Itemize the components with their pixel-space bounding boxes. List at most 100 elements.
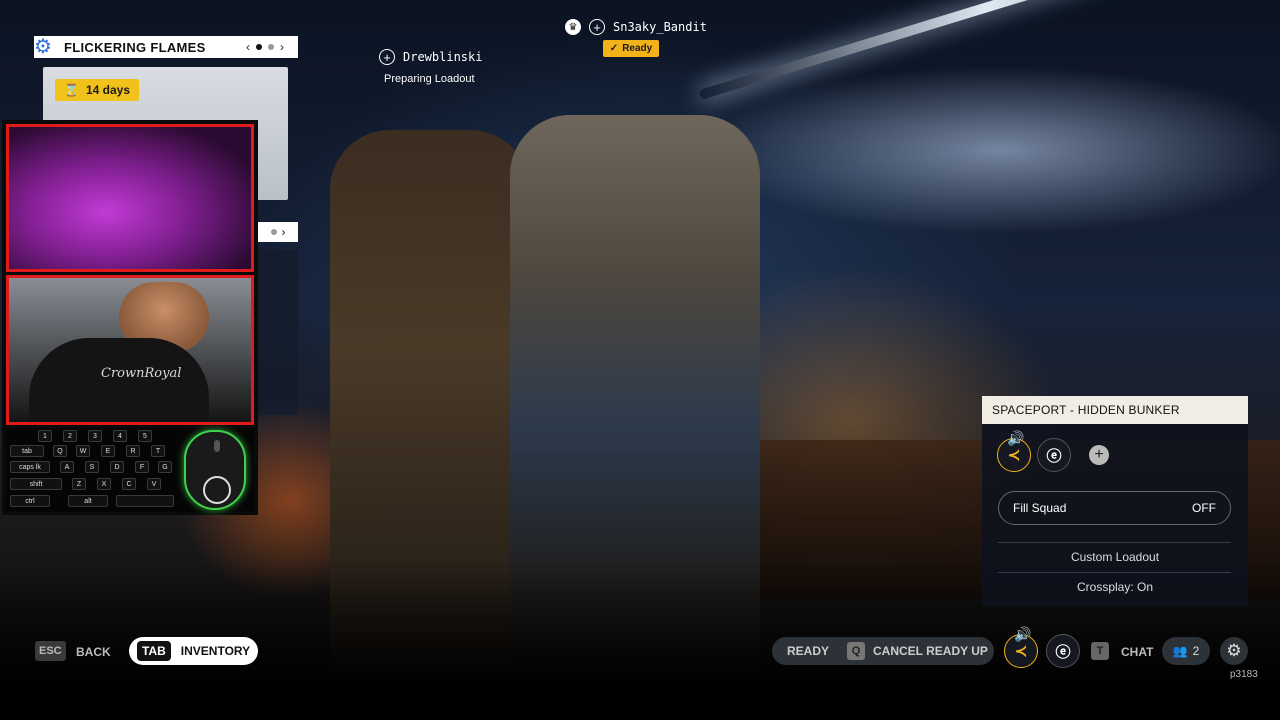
space-key: [116, 495, 174, 507]
fill-squad-label: Fill Squad: [1013, 501, 1067, 515]
checkmark-icon: ✓: [609, 43, 619, 54]
chevron-right-icon[interactable]: ›: [280, 40, 284, 54]
key: X: [97, 478, 111, 490]
carousel-dot-active[interactable]: [256, 44, 262, 50]
player-avatar-self[interactable]: 🔊 ≺: [1004, 626, 1038, 668]
bottom-squad-avatars: 🔊 ≺ ⓔ: [1004, 626, 1080, 668]
map-title: SPACEPORT - HIDDEN BUNKER: [982, 396, 1248, 424]
operator-emblem-icon: ⓔ: [1055, 643, 1071, 661]
build-id: p3183: [1230, 669, 1258, 680]
operator-emblem-icon: ≺: [1014, 643, 1028, 660]
ceiling-light-beam: [698, 0, 1276, 100]
party-count-button[interactable]: 👥 2: [1162, 637, 1210, 665]
ready-bar[interactable]: READY Q CANCEL READY UP: [772, 637, 994, 665]
key: 1: [38, 430, 52, 442]
shirt-logo-text: CrownRoyal: [101, 366, 182, 381]
member-name: Drewblinski: [403, 50, 483, 64]
player-avatar-teammate[interactable]: ⓔ: [1037, 438, 1071, 472]
days-remaining-label: 14 days: [85, 83, 130, 97]
ready-label: READY: [787, 644, 830, 658]
key: alt: [68, 495, 108, 507]
key: shift: [10, 478, 62, 490]
chat-button[interactable]: CHAT: [1121, 645, 1153, 659]
fill-squad-value: OFF: [1192, 501, 1216, 515]
party-member-sn3aky-bandit[interactable]: ♛ + Sn3aky_Bandit ✓ Ready: [565, 19, 707, 57]
gear-icon: ⚙: [1226, 641, 1242, 660]
key: Z: [72, 478, 86, 490]
ready-status-badge: ✓ Ready: [603, 40, 659, 57]
player-avatar-self[interactable]: 🔊 ≺: [997, 430, 1031, 472]
operator-emblem-icon: ⓔ: [1046, 447, 1062, 465]
carousel-dot[interactable]: [268, 44, 274, 50]
mouse-wheel: [214, 440, 220, 452]
hourglass-icon: ⌛: [64, 83, 79, 97]
key: S: [85, 461, 99, 473]
carousel-dot[interactable]: [270, 229, 277, 235]
key: E: [101, 445, 115, 457]
secondary-playlist-strip[interactable]: ›: [258, 222, 298, 242]
playlist-title: FLICKERING FLAMES: [64, 39, 206, 55]
back-button[interactable]: BACK: [76, 645, 111, 659]
key: 5: [138, 430, 152, 442]
webcam-top-feed: [6, 124, 254, 272]
key: A: [60, 461, 74, 473]
settings-gear-icon: ⚙: [34, 36, 52, 58]
lobby-panel: SPACEPORT - HIDDEN BUNKER 🔊 ≺ ⓔ + Fill S…: [982, 396, 1248, 606]
mouse-icon: [184, 430, 246, 510]
keyboard-overlay: 1 2 3 4 5 tab Q W E R T caps lk A S D F …: [6, 428, 178, 512]
crossplay-button[interactable]: Crossplay: On: [982, 580, 1248, 594]
speaker-icon: 🔊: [1007, 430, 1025, 446]
q-key-hint: Q: [847, 642, 866, 660]
key: tab: [10, 445, 44, 457]
chevron-left-icon[interactable]: ‹: [246, 40, 250, 54]
custom-loadout-button[interactable]: Custom Loadout: [982, 550, 1248, 564]
settings-button[interactable]: ⚙: [1220, 637, 1248, 665]
playlist-header[interactable]: ⚙ FLICKERING FLAMES ‹ ›: [34, 36, 298, 58]
key: G: [158, 461, 172, 473]
member-name: Sn3aky_Bandit: [613, 20, 707, 34]
t-key-hint: T: [1091, 642, 1109, 660]
plus-icon: +: [589, 19, 605, 35]
speaker-icon: 🔊: [1014, 626, 1032, 642]
playlist-carousel: ‹ ›: [246, 40, 284, 54]
key: 4: [113, 430, 127, 442]
cancel-ready-up-button[interactable]: CANCEL READY UP: [873, 644, 988, 658]
days-remaining-badge: ⌛ 14 days: [55, 79, 139, 101]
operator-emblem-icon: ≺: [1007, 447, 1021, 464]
people-icon: 👥: [1172, 644, 1188, 658]
key: D: [110, 461, 124, 473]
key: Q: [53, 445, 67, 457]
esc-key-hint: ESC: [35, 641, 66, 661]
fill-squad-toggle[interactable]: Fill Squad OFF: [998, 491, 1231, 525]
tab-key-hint: TAB: [137, 641, 171, 661]
chevron-right-icon[interactable]: ›: [282, 225, 286, 239]
player-avatar-teammate[interactable]: ⓔ: [1046, 634, 1080, 668]
plus-icon: +: [379, 49, 395, 65]
streamer-overlay: CrownRoyal 1 2 3 4 5 tab Q W E R T caps …: [2, 120, 258, 515]
party-member-drewblinski[interactable]: + Drewblinski Preparing Loadout: [379, 49, 482, 85]
webcam-face-feed: CrownRoyal: [6, 275, 254, 425]
party-leader-crown-icon: ♛: [565, 19, 581, 35]
key: V: [147, 478, 161, 490]
squad-avatars: 🔊 ≺ ⓔ +: [997, 430, 1109, 472]
inventory-label: INVENTORY: [180, 644, 251, 658]
add-player-icon[interactable]: +: [1089, 445, 1109, 465]
divider: [998, 542, 1231, 543]
key: 3: [88, 430, 102, 442]
key: ctrl: [10, 495, 50, 507]
key: C: [122, 478, 136, 490]
key: T: [151, 445, 165, 457]
divider: [998, 572, 1231, 573]
member-status: Preparing Loadout: [384, 73, 475, 85]
key: F: [135, 461, 149, 473]
inventory-button[interactable]: TAB INVENTORY: [129, 637, 258, 665]
mouse-overlay: [178, 428, 254, 512]
key: R: [126, 445, 140, 457]
key: 2: [63, 430, 77, 442]
secondary-playlist-panel: [258, 250, 298, 415]
party-count-value: 2: [1192, 644, 1200, 658]
key: W: [76, 445, 90, 457]
ready-status-label: Ready: [622, 43, 653, 54]
key: caps lk: [10, 461, 50, 473]
mouse-logo-ring: [203, 476, 231, 504]
